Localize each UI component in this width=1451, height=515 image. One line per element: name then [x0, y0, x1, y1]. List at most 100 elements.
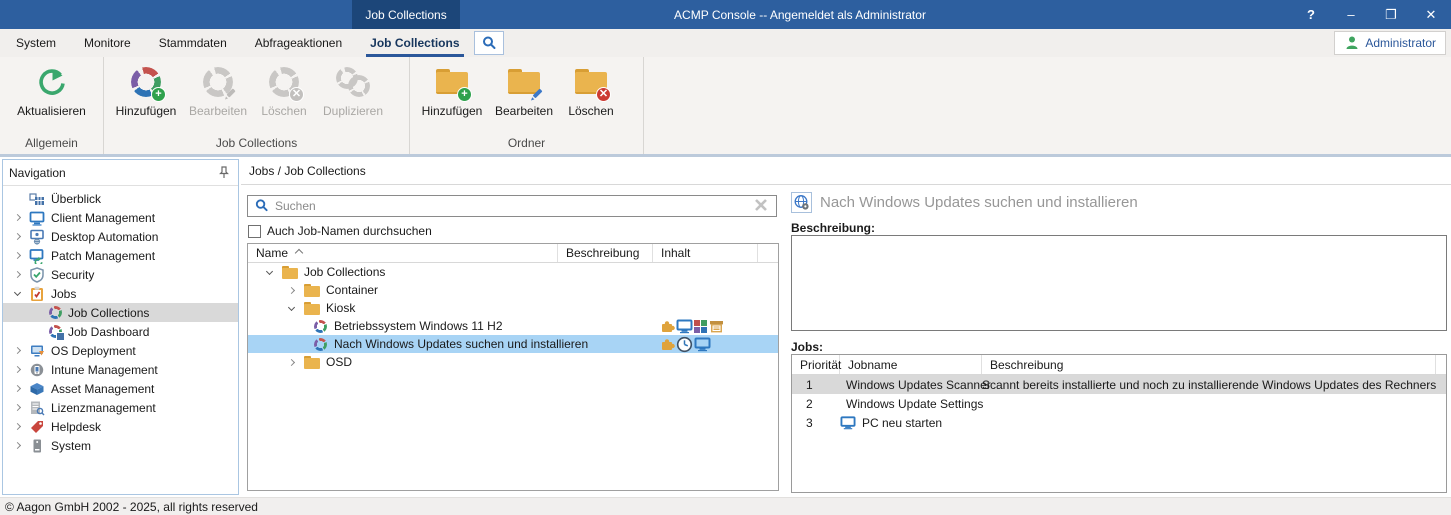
breadcrumb: Jobs / Job Collections: [241, 157, 1451, 185]
chevron-right-icon[interactable]: [13, 271, 20, 278]
job-collection-icon: [314, 338, 327, 351]
chevron-right-icon[interactable]: [13, 442, 20, 449]
sort-asc-icon: [295, 249, 303, 257]
sidebar-item-client-management[interactable]: Client Management: [3, 208, 238, 227]
chevron-right-icon[interactable]: [287, 286, 294, 293]
column-header-jobname[interactable]: Jobname: [840, 355, 982, 374]
priority-cell: 2: [792, 397, 840, 411]
clear-icon[interactable]: [754, 198, 770, 214]
sidebar-item-jobs[interactable]: Jobs: [3, 284, 238, 303]
titlebar: Job Collections ACMP Console -- Angemeld…: [0, 0, 1451, 29]
menubar: System Monitore Stammdaten Abfrageaktion…: [0, 29, 1451, 57]
tree-row-nach-windows-updates[interactable]: Nach Windows Updates suchen und installi…: [248, 335, 778, 353]
restore-button[interactable]: ❐: [1371, 0, 1411, 29]
sidebar-item-os-deployment[interactable]: OS Deployment: [3, 341, 238, 360]
chevron-down-icon[interactable]: [13, 289, 20, 296]
tree-row-job-collections[interactable]: Job Collections: [248, 263, 778, 281]
chevron-right-icon[interactable]: [13, 385, 20, 392]
column-label: Inhalt: [661, 246, 690, 260]
job-collection-delete-icon: ✕: [267, 65, 301, 99]
menu-item-monitore[interactable]: Monitore: [70, 29, 145, 57]
tree-row-label: Nach Windows Updates suchen und installi…: [334, 337, 588, 351]
window-title: ACMP Console -- Angemeldet als Administr…: [560, 0, 1040, 29]
sidebar-item-patch-management[interactable]: Patch Management: [3, 246, 238, 265]
sidebar-item-asset-management[interactable]: Asset Management: [3, 379, 238, 398]
chevron-right-icon[interactable]: [13, 233, 20, 240]
job-row-pc-neu-starten[interactable]: 3 PC neu starten: [792, 413, 1446, 432]
menu-item-stammdaten[interactable]: Stammdaten: [145, 29, 241, 57]
sidebar-item-label: Jobs: [51, 287, 76, 301]
chevron-right-icon[interactable]: [13, 347, 20, 354]
checkbox-unchecked[interactable]: [248, 225, 261, 238]
tree-row-osd[interactable]: OSD: [248, 353, 778, 371]
aktualisieren-button[interactable]: Aktualisieren: [6, 61, 97, 118]
sidebar-item-desktop-automation[interactable]: Desktop Automation: [3, 227, 238, 246]
menu-item-job-collections[interactable]: Job Collections: [356, 29, 473, 57]
ribbon-group-label: Ordner: [416, 134, 637, 154]
tree-row-label: Betriebssystem Windows 11 H2: [334, 319, 503, 333]
sidebar-item-label: System: [51, 439, 91, 453]
pin-icon[interactable]: [216, 165, 232, 181]
folder-icon: [304, 284, 320, 297]
chevron-right-icon[interactable]: [287, 358, 294, 365]
help-button[interactable]: ?: [1291, 0, 1331, 29]
job-collection-hinzufuegen-button[interactable]: + Hinzufügen: [110, 61, 182, 118]
menu-item-system[interactable]: System: [2, 29, 70, 57]
details-panel: Nach Windows Updates suchen und installi…: [789, 188, 1449, 495]
search-jobnames-option[interactable]: Auch Job-Namen durchsuchen: [248, 224, 432, 238]
chevron-right-icon[interactable]: [13, 214, 20, 221]
os-deployment-icon: [29, 343, 45, 359]
column-header-prioritaet[interactable]: Priorität: [792, 355, 840, 374]
button-label: Bearbeiten: [495, 104, 553, 118]
chevron-down-icon[interactable]: [287, 303, 294, 310]
tree-row-kiosk[interactable]: Kiosk: [248, 299, 778, 317]
chevron-right-icon[interactable]: [13, 404, 20, 411]
column-header-beschreibung[interactable]: Beschreibung: [982, 355, 1436, 374]
column-header-beschreibung[interactable]: Beschreibung: [558, 244, 653, 262]
folder-add-icon: +: [435, 65, 469, 99]
tree-row-betriebssystem-windows-11-h2[interactable]: Betriebssystem Windows 11 H2: [248, 317, 778, 335]
user-button[interactable]: Administrator: [1334, 31, 1446, 55]
sidebar-item-job-collections[interactable]: Job Collections: [3, 303, 238, 322]
intune-management-icon: [29, 362, 45, 378]
tree-row-container[interactable]: Container: [248, 281, 778, 299]
minimize-button[interactable]: –: [1331, 0, 1371, 29]
close-button[interactable]: ✕: [1411, 0, 1451, 29]
column-header-inhalt[interactable]: Inhalt: [653, 244, 758, 262]
content-icons: [659, 318, 725, 334]
chevron-right-icon[interactable]: [13, 366, 20, 373]
job-row-windows-update-settings[interactable]: 2 Windows Update Settings: [792, 394, 1446, 413]
sidebar-item-label: Lizenzmanagement: [51, 401, 156, 415]
license-management-icon: [29, 400, 45, 416]
ordner-loeschen-button[interactable]: ✕ Löschen: [560, 61, 622, 118]
navigation-panel: Navigation Überblick Client Management: [2, 159, 239, 495]
sidebar-item-system[interactable]: System: [3, 436, 238, 455]
ordner-hinzufuegen-button[interactable]: + Hinzufügen: [416, 61, 488, 118]
chevron-right-icon[interactable]: [13, 423, 20, 430]
system-icon: [29, 438, 45, 454]
search-input[interactable]: [275, 199, 749, 213]
menu-search-button[interactable]: [474, 31, 504, 55]
sidebar-item-job-dashboard[interactable]: Job Dashboard: [3, 322, 238, 341]
sidebar-item-lizenzmanagement[interactable]: Lizenzmanagement: [3, 398, 238, 417]
window-controls: ? – ❐ ✕: [1291, 0, 1451, 29]
sidebar-item-ueberblick[interactable]: Überblick: [3, 189, 238, 208]
sidebar-item-intune-management[interactable]: Intune Management: [3, 360, 238, 379]
button-label: Löschen: [568, 104, 613, 118]
ordner-bearbeiten-button[interactable]: Bearbeiten: [488, 61, 560, 118]
description-textarea[interactable]: [791, 235, 1447, 331]
beschreibung-cell: Scannt bereits installierte und noch zu …: [982, 378, 1446, 392]
chevron-right-icon[interactable]: [13, 252, 20, 259]
job-collection-icon: [314, 320, 327, 333]
chevron-down-icon[interactable]: [265, 267, 272, 274]
sidebar-item-security[interactable]: Security: [3, 265, 238, 284]
job-row-windows-updates-scanner[interactable]: 1 Windows Updates Scanner Scannt bereits…: [792, 375, 1446, 394]
column-header-name[interactable]: Name: [248, 244, 558, 262]
titlebar-active-tab[interactable]: Job Collections: [352, 0, 460, 29]
desktop-automation-icon: [29, 229, 45, 245]
sidebar-item-label: Asset Management: [51, 382, 154, 396]
jobname-cell: PC neu starten: [840, 415, 982, 430]
sidebar-item-helpdesk[interactable]: Helpdesk: [3, 417, 238, 436]
column-label: Beschreibung: [990, 358, 1063, 372]
menu-item-abfrageaktionen[interactable]: Abfrageaktionen: [241, 29, 356, 57]
